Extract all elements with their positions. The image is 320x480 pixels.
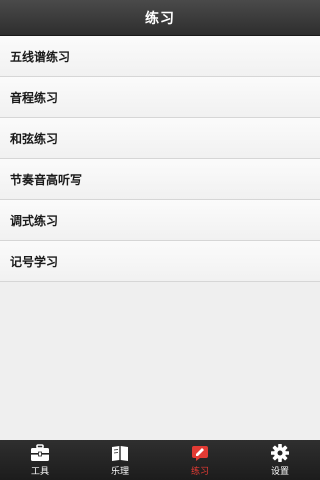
book-icon: [112, 445, 128, 461]
menu-item-label: 记号学习: [10, 254, 59, 269]
tab-theory[interactable]: 乐理: [80, 440, 160, 480]
tab-settings[interactable]: 设置: [240, 440, 320, 480]
menu-item-label: 节奏音高听写: [10, 172, 83, 187]
pencil-note-icon: [192, 445, 208, 461]
practice-menu-list: 五线谱练习 音程练习 和弦练习 节奏音高听写 调式练习 记号学习: [0, 36, 320, 282]
menu-item-mode-practice[interactable]: 调式练习: [0, 200, 320, 241]
bottom-tab-bar: 工具 乐理 练习 设置: [0, 440, 320, 480]
tab-label: 工具: [30, 466, 49, 477]
menu-item-chord-practice[interactable]: 和弦练习: [0, 118, 320, 159]
toolbox-icon: [31, 443, 49, 461]
app-header: 练习: [0, 0, 320, 36]
menu-item-label: 音程练习: [10, 90, 59, 105]
menu-item-interval-practice[interactable]: 音程练习: [0, 77, 320, 118]
menu-item-rhythm-pitch-dictation[interactable]: 节奏音高听写: [0, 159, 320, 200]
tab-label: 乐理: [110, 466, 129, 477]
page-title: 练习: [145, 10, 175, 27]
empty-content-area: [0, 282, 320, 440]
tab-label: 设置: [270, 466, 289, 477]
menu-item-label: 五线谱练习: [10, 49, 71, 64]
tab-tools[interactable]: 工具: [0, 440, 80, 480]
menu-item-label: 调式练习: [10, 213, 59, 228]
tab-label: 练习: [190, 466, 209, 477]
menu-item-notation-study[interactable]: 记号学习: [0, 241, 320, 282]
gear-icon: [271, 443, 289, 462]
menu-item-label: 和弦练习: [10, 131, 59, 146]
menu-item-staff-practice[interactable]: 五线谱练习: [0, 36, 320, 77]
tab-practice[interactable]: 练习: [160, 440, 240, 480]
